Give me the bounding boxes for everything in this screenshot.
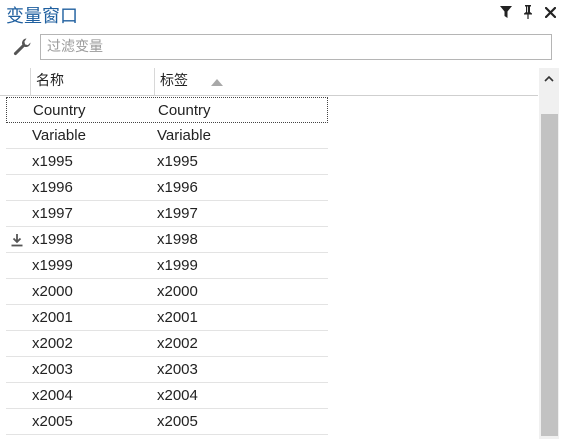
- cell-name: x1997: [32, 205, 73, 222]
- panel-title-bar: 变量窗口: [0, 0, 563, 27]
- cell-label: x2005: [157, 413, 198, 430]
- table-row-cells: x2002 x2002: [6, 331, 328, 357]
- table-row[interactable]: x2002 x2002: [0, 331, 538, 357]
- table-row-cells: x2000 x2000: [6, 279, 328, 305]
- filter-row: [0, 30, 563, 64]
- pin-icon[interactable]: [521, 4, 535, 20]
- table-row[interactable]: x2000 x2000: [0, 279, 538, 305]
- cell-label: x1996: [157, 179, 198, 196]
- cell-name: x1998: [32, 231, 73, 248]
- cell-label: x1995: [157, 153, 198, 170]
- cell-name: x2000: [32, 283, 73, 300]
- table-row-cells: x1996 x1996: [6, 175, 328, 201]
- cell-name: x1996: [32, 179, 73, 196]
- cell-label: x2001: [157, 309, 198, 326]
- table-row[interactable]: x2003 x2003: [0, 357, 538, 383]
- table-row[interactable]: x2001 x2001: [0, 305, 538, 331]
- filter-icon[interactable]: [499, 4, 513, 20]
- sort-ascending-icon: [211, 79, 223, 86]
- wrench-icon: [12, 37, 32, 57]
- vertical-scrollbar[interactable]: [539, 68, 559, 439]
- table-row[interactable]: x1998 x1998: [0, 227, 538, 253]
- table-row-cells: x1999 x1999: [6, 253, 328, 279]
- table-row[interactable]: x1999 x1999: [0, 253, 538, 279]
- cell-name: Variable: [32, 127, 86, 144]
- table-row-cells: x2001 x2001: [6, 305, 328, 331]
- table-row-cells: Country Country: [6, 97, 328, 123]
- cell-label: x2000: [157, 283, 198, 300]
- cell-name: x2001: [32, 309, 73, 326]
- cell-name: x2003: [32, 361, 73, 378]
- cell-label: x1998: [157, 231, 198, 248]
- cell-label: x2003: [157, 361, 198, 378]
- table-row[interactable]: x2004 x2004: [0, 383, 538, 409]
- table-row-cells: x1998 x1998: [6, 227, 328, 253]
- column-header-name-label: 名称: [36, 73, 64, 89]
- column-header-label-label: 标签: [160, 73, 188, 89]
- scroll-up-icon[interactable]: [539, 68, 559, 88]
- column-header-name[interactable]: 名称: [30, 68, 154, 95]
- table-row[interactable]: x1997 x1997: [0, 201, 538, 227]
- filter-variables-input[interactable]: [40, 34, 552, 60]
- cell-label: x2002: [157, 335, 198, 352]
- cell-label: Country: [158, 102, 211, 119]
- table-row-cells: Variable Variable: [6, 123, 328, 149]
- cell-name: x1999: [32, 257, 73, 274]
- cell-label: x1999: [157, 257, 198, 274]
- variables-panel: 变量窗口 名称 标签: [0, 0, 563, 439]
- close-icon[interactable]: [543, 4, 557, 20]
- table-row[interactable]: Variable Variable: [0, 123, 538, 149]
- scrollbar-thumb[interactable]: [541, 114, 558, 436]
- cell-name: x2002: [32, 335, 73, 352]
- cell-name: x2004: [32, 387, 73, 404]
- cell-label: Variable: [157, 127, 211, 144]
- table-row-cells: x2003 x2003: [6, 357, 328, 383]
- cell-name: Country: [33, 102, 86, 119]
- panel-title: 变量窗口: [6, 6, 78, 27]
- cell-name: x1995: [32, 153, 73, 170]
- cell-label: x1997: [157, 205, 198, 222]
- cell-label: x2004: [157, 387, 198, 404]
- table-row[interactable]: Country Country: [0, 97, 538, 123]
- cell-name: x2005: [32, 413, 73, 430]
- column-header-label[interactable]: 标签: [154, 68, 330, 95]
- table-row-cells: x2004 x2004: [6, 383, 328, 409]
- variables-table: 名称 标签 Country Country Variable Variable x199…: [0, 68, 538, 439]
- table-body: Country Country Variable Variable x1995 x1995…: [0, 97, 538, 435]
- table-row[interactable]: x2005 x2005: [0, 409, 538, 435]
- table-row-cells: x1995 x1995: [6, 149, 328, 175]
- table-row-cells: x2005 x2005: [6, 409, 328, 435]
- table-header: 名称 标签: [0, 68, 538, 96]
- table-row-cells: x1997 x1997: [6, 201, 328, 227]
- table-row[interactable]: x1995 x1995: [0, 149, 538, 175]
- table-row[interactable]: x1996 x1996: [0, 175, 538, 201]
- title-bar-actions: [499, 4, 557, 20]
